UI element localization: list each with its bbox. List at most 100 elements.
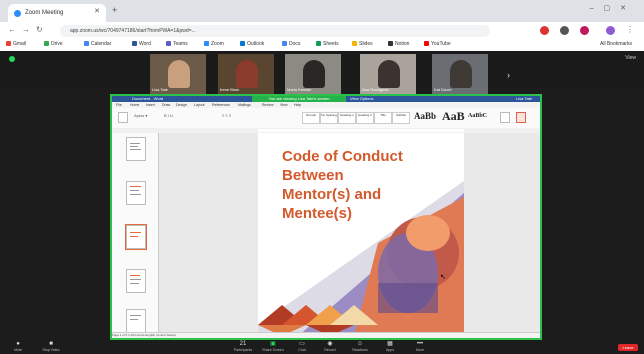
bookmark-item[interactable]: Word <box>132 41 151 47</box>
mic-icon: ● <box>16 341 20 347</box>
mouse-cursor-icon: ↖ <box>440 274 446 281</box>
page-thumbnail[interactable] <box>126 137 146 161</box>
menu-kebab-icon[interactable]: ⋮ <box>626 25 634 34</box>
bookmark-item[interactable]: Sheets <box>316 41 339 47</box>
browser-tab-bar: Zoom Meeting ✕ + –▢✕ <box>0 0 644 22</box>
dictate-icon[interactable] <box>516 112 526 123</box>
reload-icon[interactable]: ↻ <box>36 25 43 34</box>
menu-item[interactable]: Help <box>294 103 301 107</box>
style-preview[interactable]: AaB <box>442 109 465 124</box>
extension-icon[interactable] <box>580 26 589 35</box>
bookmark-item[interactable]: YouTube <box>424 41 451 47</box>
chat-icon: ▭ <box>299 341 305 347</box>
share-icon: ▣ <box>270 341 276 347</box>
font-name-select[interactable]: Aptos ▾ <box>134 113 147 118</box>
bookmark-item[interactable]: Notion <box>388 41 409 47</box>
view-options-button[interactable]: View Options <box>350 96 374 101</box>
bookmark-item[interactable]: Zoom <box>204 41 224 47</box>
bookmark-item[interactable]: Calendar <box>84 41 111 47</box>
more-button[interactable]: ••• More <box>408 341 432 352</box>
menu-item[interactable]: Layout <box>194 103 205 107</box>
style-normal[interactable]: Normal <box>302 112 320 124</box>
leave-button[interactable]: Leave <box>618 344 638 351</box>
security-shield-icon[interactable] <box>9 56 15 62</box>
close-tab-icon[interactable]: ✕ <box>94 7 100 15</box>
video-icon: ■ <box>49 341 53 347</box>
bold-icon[interactable]: B I U <box>164 113 173 118</box>
style-heading-1[interactable]: Heading 1 <box>338 112 356 124</box>
editing-icon[interactable] <box>500 112 510 123</box>
bookmark-item[interactable]: Gmail <box>6 41 26 47</box>
extension-icon[interactable] <box>560 26 569 35</box>
page-thumbnail[interactable] <box>126 181 146 205</box>
participant-video <box>168 60 190 88</box>
participant-name: Maria Kessler <box>287 87 312 92</box>
document-background-area <box>464 133 540 332</box>
style-subtitle[interactable]: Subtitle <box>392 112 410 124</box>
browser-tab[interactable]: Zoom Meeting ✕ <box>8 4 106 22</box>
ruler-page-area <box>258 129 464 132</box>
menu-item[interactable]: References <box>212 103 230 107</box>
participant-tile[interactable]: Maria Kessler <box>285 54 341 94</box>
navigation-pane <box>112 133 159 338</box>
bookmark-item[interactable]: Docs <box>282 41 300 47</box>
apps-button[interactable]: ▦ Apps <box>378 341 402 352</box>
style-title[interactable]: Title <box>374 112 392 124</box>
reactions-icon: ☺ <box>356 341 364 347</box>
menu-item[interactable]: File <box>116 103 122 107</box>
menu-item[interactable]: Insert <box>146 103 155 107</box>
page-thumbnail[interactable] <box>126 309 146 333</box>
paste-icon[interactable] <box>118 112 128 123</box>
record-button[interactable]: ◉ Record <box>318 341 342 352</box>
bookmark-item[interactable]: Slides <box>352 41 373 47</box>
participant-tile[interactable]: Ana Rodrigues <box>360 54 416 94</box>
word-ribbon: Aptos ▾ B I U ≡ ≡ ≡ Normal No Spacing He… <box>112 108 540 129</box>
bookmark-item[interactable]: Outlook <box>240 41 264 47</box>
menu-item[interactable]: Review <box>262 103 273 107</box>
participant-tile[interactable]: Kat Dover <box>432 54 488 94</box>
menu-item[interactable]: Design <box>176 103 187 107</box>
participant-name: Irene Blom <box>220 87 240 92</box>
forward-icon[interactable]: → <box>22 25 30 34</box>
new-tab-icon[interactable]: + <box>112 5 117 15</box>
chat-button[interactable]: ▭ Chat <box>290 341 314 352</box>
document-page[interactable]: Code of Conduct Between Mentor(s) and Me… <box>258 133 464 336</box>
participant-video <box>378 60 400 88</box>
paragraph-tools[interactable]: ≡ ≡ ≡ <box>222 113 231 118</box>
page-thumbnail-selected[interactable] <box>125 224 147 250</box>
participant-tile[interactable]: Irene Blom <box>218 54 274 94</box>
next-participants-icon[interactable]: › <box>507 70 510 80</box>
menu-item[interactable]: Home <box>130 103 139 107</box>
style-no-spacing[interactable]: No Spacing <box>320 112 338 124</box>
menu-item[interactable]: Mailings <box>238 103 251 107</box>
style-preview[interactable]: AaBb <box>414 111 436 121</box>
word-window-title: Document - Word <box>132 96 164 101</box>
stop-video-button[interactable]: ■ Stop Video <box>38 341 64 352</box>
participant-video <box>303 60 325 88</box>
back-icon[interactable]: ← <box>8 25 16 34</box>
participant-name: Lisa Tate <box>152 87 168 92</box>
page-thumbnail[interactable] <box>126 269 146 293</box>
reactions-button[interactable]: ☺ Reactions <box>346 341 374 352</box>
mute-button[interactable]: ● Mute <box>8 341 28 352</box>
participant-name: Ana Rodrigues <box>362 87 389 92</box>
extension-icon[interactable] <box>540 26 549 35</box>
profile-avatar[interactable] <box>606 26 615 35</box>
all-bookmarks[interactable]: All Bookmarks <box>600 41 632 47</box>
view-button[interactable]: View <box>625 55 636 61</box>
participant-name: Kat Dover <box>434 87 452 92</box>
participants-button[interactable]: 21 Participants <box>228 341 258 352</box>
bookmark-item[interactable]: Drive <box>44 41 63 47</box>
participant-tile[interactable]: Lisa Tate <box>150 54 206 94</box>
participants-icon: 21 <box>239 341 247 347</box>
style-preview[interactable]: AaBbC <box>468 113 487 119</box>
bookmark-item[interactable]: Teams <box>166 41 188 47</box>
menu-item[interactable]: View <box>280 103 288 107</box>
word-user-name: Lisa Tate <box>516 96 532 101</box>
url-input[interactable]: app.zoom.us/wc/7049747186/start?fromPWA=… <box>60 25 490 37</box>
style-heading-2[interactable]: Heading 2 <box>356 112 374 124</box>
share-screen-button[interactable]: ▣ Share Screen <box>258 341 288 352</box>
menu-item[interactable]: Draw <box>162 103 170 107</box>
address-bar-row: ← → ↻ app.zoom.us/wc/7049747186/start?fr… <box>0 22 644 40</box>
window-controls[interactable]: –▢✕ <box>590 4 636 12</box>
